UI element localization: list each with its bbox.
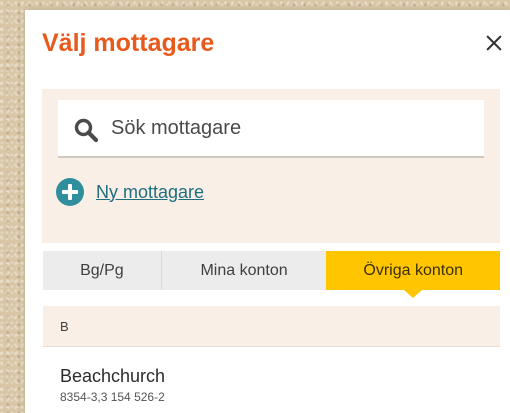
dialog-title: Välj mottagare — [42, 29, 215, 57]
new-recipient-label: Ny mottagare — [96, 181, 205, 202]
search-icon — [74, 118, 99, 143]
tab-bg-pg[interactable]: Bg/Pg — [43, 251, 161, 290]
group-header: B — [43, 306, 500, 347]
tab-label: Bg/Pg — [80, 261, 124, 279]
search-panel: Ny mottagare — [42, 89, 500, 243]
recipient-tabs: Bg/Pg Mina konton Övriga konton — [43, 251, 500, 298]
tab-label: Övriga konton — [363, 261, 463, 279]
close-icon[interactable] — [481, 30, 507, 56]
recipient-account: 8354-3,3 154 526-2 — [60, 390, 165, 404]
search-input[interactable] — [111, 100, 471, 156]
search-box[interactable] — [58, 100, 484, 158]
new-recipient-link[interactable]: Ny mottagare — [56, 178, 204, 206]
tab-mina-konton[interactable]: Mina konton — [160, 251, 327, 290]
plus-circle-icon — [56, 178, 84, 206]
tab-label: Mina konton — [200, 261, 288, 279]
dialog-header: Välj mottagare — [25, 10, 510, 89]
tab-ovriga-konton[interactable]: Övriga konton — [326, 251, 500, 298]
list-item[interactable]: Beachchurch 8354-3,3 154 526-2 — [43, 363, 500, 413]
recipient-dialog: Välj mottagare Ny mottagare Bg/Pg Mina k… — [25, 10, 510, 413]
group-letter: B — [60, 318, 69, 334]
recipient-name: Beachchurch — [60, 366, 166, 386]
